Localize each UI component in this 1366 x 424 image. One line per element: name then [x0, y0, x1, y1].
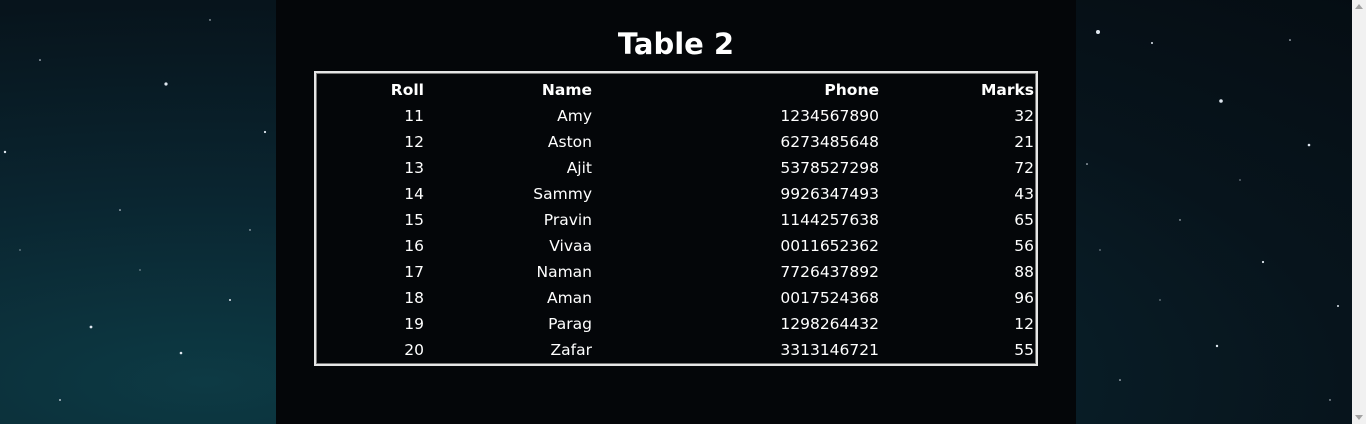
- cell-phone: 1144257638: [780, 211, 879, 229]
- cell-marks: 21: [1014, 133, 1034, 151]
- vertical-scrollbar[interactable]: [1352, 0, 1366, 424]
- cell-marks: 96: [1014, 289, 1034, 307]
- cell-name: Amy: [557, 107, 592, 125]
- table-frame: Roll Name Phone Marks 11 Amy 1234567890 …: [314, 71, 1038, 366]
- scroll-down-arrow-icon[interactable]: [1355, 415, 1363, 420]
- table-row: 16 Vivaa 0011652362 56: [316, 233, 1034, 259]
- cell-roll: 19: [404, 315, 424, 333]
- column-header-name: Name: [541, 81, 592, 99]
- cell-roll: 11: [404, 107, 424, 125]
- cell-roll: 16: [404, 237, 424, 255]
- cell-phone: 1298264432: [780, 315, 879, 333]
- table-row: 14 Sammy 9926347493 43: [316, 181, 1034, 207]
- cell-roll: 14: [404, 185, 424, 203]
- table-row: 18 Aman 0017524368 96: [316, 285, 1034, 311]
- cell-phone: 0011652362: [780, 237, 879, 255]
- table-row: 12 Aston 6273485648 21: [316, 129, 1034, 155]
- column-header-phone: Phone: [824, 81, 879, 99]
- cell-name: Zafar: [550, 341, 592, 359]
- table-row: 15 Pravin 1144257638 65: [316, 207, 1034, 233]
- cell-name: Parag: [548, 315, 592, 333]
- cell-phone: 9926347493: [780, 185, 879, 203]
- cell-name: Vivaa: [549, 237, 592, 255]
- table-row: 17 Naman 7726437892 88: [316, 259, 1034, 285]
- cell-name: Aston: [547, 133, 592, 151]
- column-header-marks: Marks: [980, 81, 1034, 99]
- cell-roll: 20: [404, 341, 424, 359]
- cell-marks: 65: [1014, 211, 1034, 229]
- column-header-roll: Roll: [390, 81, 424, 99]
- table-row: 20 Zafar 3313146721 55: [316, 337, 1034, 363]
- cell-marks: 32: [1014, 107, 1034, 125]
- cell-phone: 7726437892: [780, 263, 879, 281]
- cell-name: Ajit: [566, 159, 592, 177]
- cell-name: Pravin: [543, 211, 592, 229]
- cell-phone: 3313146721: [780, 341, 879, 359]
- page-title: Table 2: [617, 27, 735, 61]
- cell-phone: 1234567890: [780, 107, 879, 125]
- cell-roll: 18: [404, 289, 424, 307]
- cell-marks: 72: [1014, 159, 1034, 177]
- cell-phone: 0017524368: [780, 289, 879, 307]
- cell-marks: 55: [1014, 341, 1034, 359]
- table-header-row: Roll Name Phone Marks: [316, 77, 1034, 103]
- data-table: Roll Name Phone Marks 11 Amy 1234567890 …: [316, 77, 1034, 363]
- cell-name: Aman: [546, 289, 592, 307]
- cell-roll: 15: [404, 211, 424, 229]
- scroll-up-arrow-icon[interactable]: [1355, 4, 1363, 9]
- cell-marks: 56: [1014, 237, 1034, 255]
- cell-marks: 43: [1014, 185, 1034, 203]
- cell-roll: 17: [404, 263, 424, 281]
- cell-roll: 12: [404, 133, 424, 151]
- cell-phone: 5378527298: [780, 159, 879, 177]
- cell-marks: 88: [1014, 263, 1034, 281]
- table-row: 13 Ajit 5378527298 72: [316, 155, 1034, 181]
- cell-name: Sammy: [533, 185, 592, 203]
- table-row: 19 Parag 1298264432 12: [316, 311, 1034, 337]
- content-panel: Table 2 Roll Name Phone Marks 11 Amy 123…: [276, 0, 1076, 424]
- cell-roll: 13: [404, 159, 424, 177]
- cell-name: Naman: [536, 263, 592, 281]
- table-row: 11 Amy 1234567890 32: [316, 103, 1034, 129]
- cell-marks: 12: [1014, 315, 1034, 333]
- cell-phone: 6273485648: [780, 133, 879, 151]
